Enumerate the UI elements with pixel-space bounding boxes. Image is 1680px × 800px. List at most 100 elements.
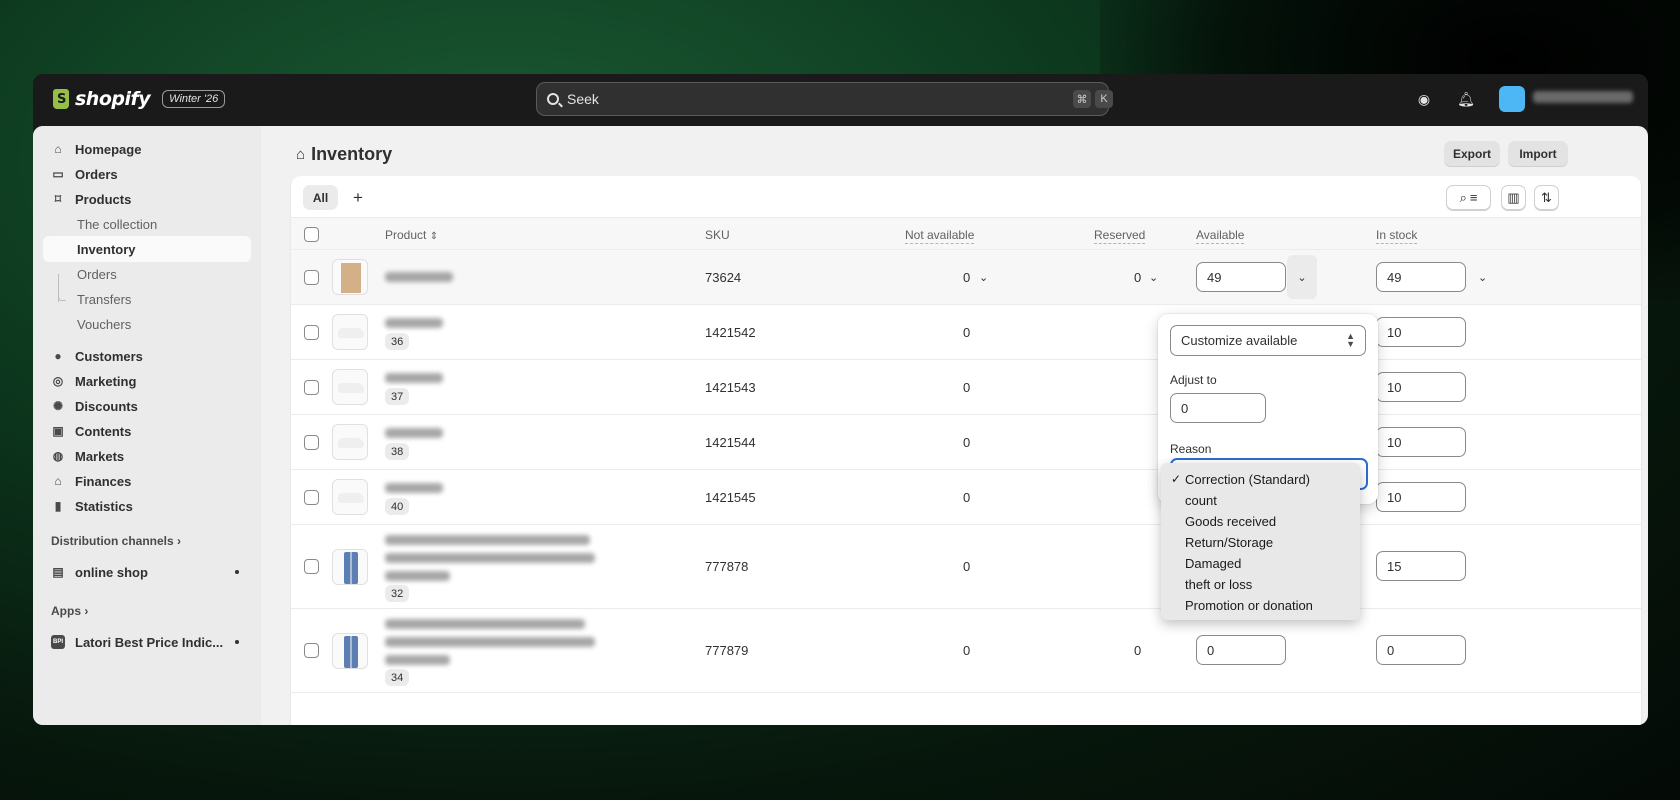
adjust-to-input[interactable]: 0 — [1170, 393, 1266, 423]
table-row[interactable]: 32 777878 0 15 — [291, 525, 1641, 609]
sidebar-item-latori-app[interactable]: BPI Latori Best Price Indic... — [43, 629, 251, 655]
content-area: ⌂ Inventory Export Import All + ⌕ ≡ ▥ ⇅ — [276, 126, 1641, 725]
table-row[interactable]: 40 1421545 0 10 — [291, 470, 1641, 525]
in-stock-input[interactable]: 0 — [1376, 635, 1466, 665]
product-name-blurred[interactable] — [385, 535, 590, 545]
table-row[interactable]: 37 1421543 0 10 — [291, 360, 1641, 415]
sidebar-item-discounts[interactable]: ✺ Discounts — [43, 393, 251, 419]
available-dropdown-button[interactable]: ⌄ — [1287, 255, 1317, 299]
export-button[interactable]: Export — [1444, 141, 1500, 167]
sidebar-item-label: Latori Best Price Indic... — [75, 634, 224, 650]
sidebar-item-finances[interactable]: ⌂ Finances — [43, 468, 251, 494]
reason-option-correction[interactable]: ✓ Correction (Standard) — [1161, 469, 1360, 490]
username-blurred[interactable] — [1533, 91, 1633, 103]
add-view-button[interactable]: + — [348, 185, 368, 210]
adjust-mode-select[interactable]: Customize available ▲ ▼ — [1170, 325, 1366, 356]
sidebar-item-label: Statistics — [75, 498, 133, 514]
reason-option-theft-or-loss[interactable]: theft or loss — [1161, 574, 1360, 595]
product-name-blurred[interactable] — [385, 483, 443, 493]
sidebar-item-customers[interactable]: ● Customers — [43, 343, 251, 369]
inbox-icon: ▭ — [52, 167, 64, 181]
available-input[interactable]: 0 — [1196, 635, 1286, 665]
in-stock-input[interactable]: 10 — [1376, 317, 1466, 347]
store-switcher-icon[interactable]: ◉ — [1415, 90, 1433, 108]
tab-all[interactable]: All — [303, 185, 338, 210]
variant-badge: 34 — [385, 669, 410, 686]
in-stock-input[interactable]: 49 — [1376, 262, 1466, 292]
sku-cell: 777878 — [705, 559, 749, 574]
select-all-checkbox[interactable] — [304, 227, 319, 242]
sidebar-item-orders[interactable]: ▭ Orders — [43, 161, 251, 187]
reason-option-promotion-or-donation[interactable]: Promotion or donation — [1161, 595, 1360, 616]
sidebar-item-online-shop[interactable]: ▤ online shop — [43, 559, 251, 585]
search-icon — [547, 93, 559, 105]
product-name-blurred[interactable] — [385, 373, 443, 383]
product-name-blurred[interactable] — [385, 428, 443, 438]
import-button[interactable]: Import — [1508, 141, 1568, 167]
shopify-logo[interactable]: shopify Winter '26 — [53, 88, 226, 110]
sidebar-item-products[interactable]: ⌑ Products — [43, 186, 251, 212]
in-stock-input[interactable]: 10 — [1376, 482, 1466, 512]
search-bar[interactable]: Seek ⌘ K — [536, 82, 1113, 116]
table-row[interactable]: 36 1421542 0 10 — [291, 305, 1641, 360]
table-row[interactable]: 38 1421544 0 10 — [291, 415, 1641, 470]
search-filter-button[interactable]: ⌕ ≡ — [1446, 185, 1491, 210]
bank-icon: ⌂ — [54, 474, 62, 488]
sidebar-sub-inventory[interactable]: Inventory — [43, 236, 251, 262]
row-checkbox[interactable] — [304, 559, 319, 574]
product-name-blurred[interactable] — [385, 272, 453, 282]
row-checkbox[interactable] — [304, 380, 319, 395]
chevron-down-icon[interactable]: ⌄ — [1149, 271, 1158, 284]
row-checkbox[interactable] — [304, 270, 319, 285]
column-product[interactable]: Product ⇕ — [385, 228, 438, 242]
avatar[interactable] — [1499, 86, 1525, 112]
app-icon: BPI — [51, 635, 65, 649]
in-stock-input[interactable]: 10 — [1376, 372, 1466, 402]
adjust-to-label: Adjust to — [1170, 373, 1217, 387]
inventory-icon: ⌂ — [296, 146, 306, 163]
reason-option-goods-received[interactable]: Goods received — [1161, 511, 1360, 532]
table-row[interactable]: 34 777879 0 0 0 0 — [291, 609, 1641, 693]
reason-option-return-storage[interactable]: Return/Storage — [1161, 532, 1360, 553]
not-available-cell: 0 — [963, 490, 971, 505]
chevron-down-icon[interactable]: ⌄ — [979, 271, 988, 284]
sidebar-item-contents[interactable]: ▣ Contents — [43, 418, 251, 444]
chevron-down-icon[interactable]: ⌄ — [1478, 271, 1487, 284]
columns-button[interactable]: ▥ — [1501, 185, 1526, 210]
reserved-cell[interactable]: 0 — [1134, 270, 1141, 285]
sidebar-sub-orders[interactable]: Orders — [43, 261, 251, 287]
row-checkbox[interactable] — [304, 325, 319, 340]
reason-option-count[interactable]: count — [1161, 490, 1360, 511]
reason-option-damaged[interactable]: Damaged — [1161, 553, 1360, 574]
in-stock-input[interactable]: 10 — [1376, 427, 1466, 457]
home-icon: ⌂ — [54, 142, 62, 156]
sidebar-item-label: Finances — [75, 473, 132, 489]
row-checkbox[interactable] — [304, 643, 319, 658]
product-name-blurred[interactable] — [385, 619, 585, 629]
table-row[interactable]: 73624 0 ⌄ 0 ⌄ 49 ⌄ 49 ⌄ — [291, 250, 1641, 305]
apps-header[interactable]: Apps › — [51, 604, 88, 618]
row-checkbox[interactable] — [304, 435, 319, 450]
chevron-down-icon: ⌄ — [1297, 271, 1307, 284]
sidebar-item-label: online shop — [75, 564, 148, 580]
sidebar-item-markets[interactable]: ◍ Markets — [43, 443, 251, 469]
reason-dropdown-list: ✓ Correction (Standard) count Goods rece… — [1161, 463, 1360, 620]
variant-badge: 36 — [385, 333, 410, 350]
sidebar-sub-transfers[interactable]: Transfers — [43, 286, 251, 312]
row-checkbox[interactable] — [304, 490, 319, 505]
sidebar-item-homepage[interactable]: ⌂ Homepage — [43, 136, 251, 162]
distribution-channels-header[interactable]: Distribution channels › — [51, 534, 181, 548]
bell-icon[interactable]: 🔔︎ — [1457, 90, 1475, 108]
sort-button[interactable]: ⇅ — [1534, 185, 1559, 210]
sku-cell: 73624 — [705, 270, 742, 285]
sidebar-sub-vouchers[interactable]: Vouchers — [43, 311, 251, 337]
sku-cell: 777879 — [705, 643, 749, 658]
product-name-blurred[interactable] — [385, 318, 443, 328]
not-available-cell[interactable]: 0 — [963, 270, 970, 285]
product-thumbnail — [332, 424, 368, 460]
in-stock-input[interactable]: 15 — [1376, 551, 1466, 581]
sidebar-item-statistics[interactable]: ▮ Statistics — [43, 493, 251, 519]
sidebar-item-marketing[interactable]: ◎ Marketing — [43, 368, 251, 394]
sidebar-sub-collection[interactable]: The collection — [43, 211, 251, 237]
available-input[interactable]: 49 — [1196, 262, 1286, 292]
